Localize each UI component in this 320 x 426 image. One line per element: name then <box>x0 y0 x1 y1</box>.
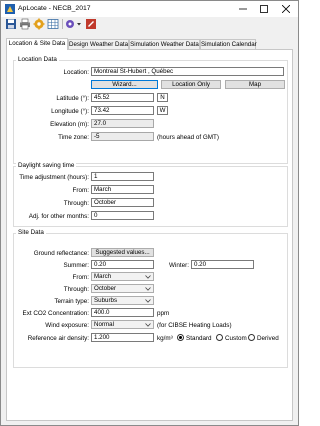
wind-exposure-select[interactable]: Normal <box>91 320 154 329</box>
suggested-values-button[interactable]: Suggested values... <box>91 248 154 257</box>
tab-location-site-data[interactable]: Location & Site Data <box>6 38 68 50</box>
dst-from-field[interactable]: March <box>91 185 154 194</box>
density-standard-radio[interactable] <box>177 334 184 341</box>
close-icon <box>282 5 290 13</box>
edit-icon[interactable] <box>85 18 97 30</box>
time-adjustment-field[interactable]: 1 <box>91 172 154 181</box>
terrain-type-label: Terrain type: <box>54 298 89 305</box>
chevron-down-icon <box>145 287 151 291</box>
maximize-icon <box>260 5 268 13</box>
daylight-saving-title: Daylight saving time <box>16 162 77 169</box>
save-icon[interactable] <box>5 18 17 30</box>
close-button[interactable] <box>276 1 298 17</box>
site-from-select[interactable]: March <box>91 272 154 281</box>
elevation-field: 27.0 <box>91 119 154 128</box>
ground-reflectance-label: Ground reflectance: <box>33 250 89 257</box>
location-data-title: Location Data <box>16 56 59 63</box>
tab-simulation-calendar[interactable]: Simulation Calendar <box>200 39 257 49</box>
site-through-select[interactable]: October <box>91 284 154 293</box>
site-through-label: Through: <box>63 286 89 293</box>
co2-concentration-label: Ext CO2 Concentration: <box>22 310 90 317</box>
latitude-field[interactable]: 45.52 <box>91 93 154 102</box>
minimize-icon <box>239 8 247 10</box>
location-only-button[interactable]: Location Only <box>161 80 221 89</box>
co2-unit: ppm <box>157 310 170 317</box>
timezone-label: Time zone: <box>58 134 89 141</box>
wind-exposure-label: Wind exposure: <box>45 322 89 329</box>
site-from-label: From: <box>72 274 89 281</box>
density-derived-label: Derived <box>257 335 279 342</box>
terrain-type-value: Suburbs <box>94 297 118 304</box>
air-density-field[interactable]: 1.200 <box>91 333 154 342</box>
dst-from-label: From: <box>72 187 89 194</box>
aplocate-window: ApLocate - NECB_2017 Location & Site Dat… <box>0 0 299 426</box>
settings-icon[interactable] <box>33 18 45 30</box>
summer-field[interactable]: 0.20 <box>91 260 154 269</box>
window-title: ApLocate - NECB_2017 <box>18 5 91 12</box>
adj-other-months-label: Adj. for other months: <box>28 213 89 220</box>
chevron-down-icon <box>145 299 151 303</box>
tab-panel: Location Data Location: Montreal St-Hube… <box>6 49 293 421</box>
summer-label: Summer: <box>63 262 89 269</box>
app-icon <box>5 4 15 14</box>
tab-design-weather-data[interactable]: Design Weather Data <box>68 39 129 49</box>
density-custom-radio[interactable] <box>216 334 223 341</box>
site-through-value: October <box>94 285 117 292</box>
longitude-label: Longitude (°): <box>51 108 89 115</box>
site-from-value: March <box>94 273 112 280</box>
minimize-button[interactable] <box>233 1 255 17</box>
print-icon[interactable] <box>19 18 31 30</box>
latitude-hemisphere[interactable]: N <box>157 93 168 102</box>
latitude-label: Latitude (°): <box>56 95 89 102</box>
timezone-note: (hours ahead of GMT) <box>157 134 219 141</box>
time-adjustment-label: Time adjustment (hours): <box>19 174 89 181</box>
winter-label: Winter: <box>169 262 189 269</box>
longitude-field[interactable]: 73.42 <box>91 106 154 115</box>
wind-exposure-note: (for CIBSE Heating Loads) <box>157 322 232 329</box>
chevron-down-icon <box>145 275 151 279</box>
air-density-unit: kg/m³ <box>157 335 173 342</box>
air-density-label: Reference air density: <box>27 335 89 342</box>
wind-exposure-value: Normal <box>94 321 114 328</box>
density-standard-label: Standard <box>186 335 212 342</box>
adj-other-months-field[interactable]: 0 <box>91 211 154 220</box>
toolbar <box>1 17 298 31</box>
map-button[interactable]: Map <box>225 80 285 89</box>
timezone-field: -5 <box>91 132 154 141</box>
site-data-title: Site Data <box>16 229 46 236</box>
elevation-label: Elevation (m): <box>50 121 89 128</box>
density-custom-label: Custom <box>225 335 247 342</box>
toolbar-separator <box>62 19 63 29</box>
density-derived-radio[interactable] <box>248 334 255 341</box>
tab-simulation-weather-data[interactable]: Simulation Weather Data <box>129 39 200 49</box>
dst-through-label: Through: <box>63 200 89 207</box>
maximize-button[interactable] <box>254 1 276 17</box>
location-field[interactable]: Montreal St-Hubert , Québec <box>91 67 284 76</box>
table-icon[interactable] <box>47 18 59 30</box>
longitude-hemisphere[interactable]: W <box>157 106 168 115</box>
wizard-button[interactable]: Wizard... <box>91 80 158 89</box>
title-bar: ApLocate - NECB_2017 <box>1 1 298 17</box>
chevron-down-icon[interactable] <box>76 18 82 30</box>
co2-concentration-field[interactable]: 400.0 <box>91 308 154 317</box>
winter-field[interactable]: 0.20 <box>191 260 254 269</box>
chevron-down-icon <box>145 323 151 327</box>
location-label: Location: <box>63 69 89 76</box>
terrain-type-select[interactable]: Suburbs <box>91 296 154 305</box>
dst-through-field[interactable]: October <box>91 198 154 207</box>
